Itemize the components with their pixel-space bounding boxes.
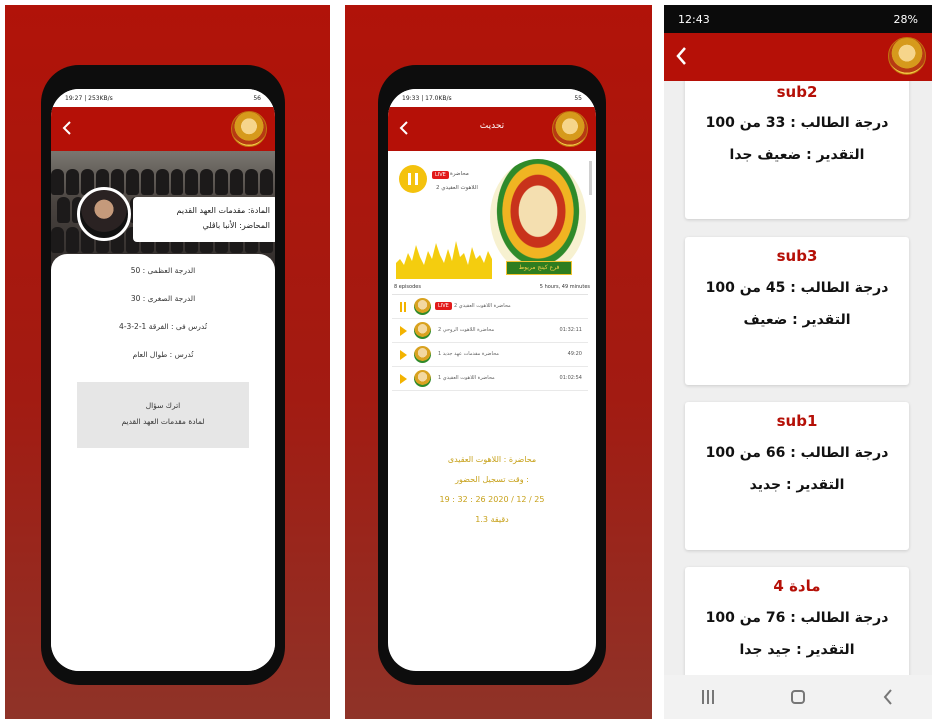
screenshot-panel-grades: 12:43 28% sub2 درجة الطالب : 33 من 100 ا… — [664, 5, 932, 719]
status-time: 19:27 | 253KB/s — [65, 94, 113, 102]
scrollbar[interactable] — [589, 161, 592, 195]
audio-waveform — [396, 241, 492, 279]
grade-card[interactable]: مادة 4 درجة الطالب : 76 من 100 التقدير :… — [685, 567, 909, 675]
status-time: 12:43 — [678, 12, 710, 26]
app-logo-icon — [231, 111, 267, 147]
status-battery: 55 — [574, 94, 582, 102]
status-bar: 19:27 | 253KB/s 56 — [51, 89, 275, 107]
attendance-duration: 1.3 دقيقة — [475, 515, 509, 524]
episode-thumbnail — [414, 370, 431, 387]
pause-button[interactable] — [399, 165, 427, 193]
app-bar — [664, 33, 932, 81]
screenshot-panel-audio-player: 19:33 | 17.0KB/s 55 تحديث LIVE محاضرة ال… — [345, 5, 652, 719]
now-playing-card: LIVE محاضرة اللاهوت العقيدي 2 فرع كينج م… — [392, 155, 592, 279]
ask-question-subject: لمادة مقدمات العهد القديم — [121, 417, 205, 426]
episode-thumbnail — [414, 346, 431, 363]
grade-card[interactable]: sub1 درجة الطالب : 66 من 100 التقدير : ج… — [685, 402, 909, 550]
status-bar: 12:43 28% — [664, 5, 932, 33]
pause-icon[interactable] — [400, 302, 407, 312]
phone-screen: 19:27 | 253KB/s 56 المادة: مقدمات العهد … — [51, 89, 275, 671]
student-grade: درجة الطالب : 76 من 100 — [705, 610, 889, 626]
app-logo-icon — [552, 111, 588, 147]
episode-list: LIVE محاضرة اللاهوت العقيدي 2 محاضرة الل… — [392, 294, 588, 412]
course-subject-title: المادة: مقدمات العهد القديم — [176, 206, 270, 215]
lecturer-avatar — [77, 187, 131, 241]
phone-frame: 19:27 | 253KB/s 56 المادة: مقدمات العهد … — [41, 65, 285, 685]
episode-title: محاضرة اللاهوت العقيدي 1 — [438, 375, 495, 381]
episode-title: محاضرة اللاهوت الروحي 2 — [438, 327, 495, 333]
back-nav-icon[interactable] — [882, 688, 894, 706]
subject-name: sub1 — [776, 412, 818, 430]
episode-title: محاضرة مقدمات عهد جديد 1 — [438, 351, 499, 357]
episodes-count: 8 episodes — [394, 284, 421, 290]
system-nav-bar — [664, 675, 932, 719]
status-battery: 28% — [893, 12, 918, 26]
live-badge: LIVE — [432, 171, 449, 179]
play-icon[interactable] — [400, 374, 407, 384]
student-grade: درجة الطالب : 66 من 100 — [705, 445, 889, 461]
branch-medal-image — [490, 159, 586, 275]
episode-duration: 49:20 — [567, 351, 582, 357]
attendance-lecture: محاضرة : اللاهوت العقيدى — [447, 455, 537, 464]
episode-row[interactable]: LIVE محاضرة اللاهوت العقيدي 2 — [392, 295, 588, 319]
episodes-meta: 8 episodes 5 hours, 49 minutes — [394, 284, 590, 290]
pause-icon — [415, 173, 418, 185]
episode-title: محاضرة اللاهوت العقيدي 2 — [454, 303, 511, 309]
student-grade: درجة الطالب : 33 من 100 — [705, 115, 889, 131]
episode-thumbnail — [414, 322, 431, 339]
subject-name: مادة 4 — [773, 577, 821, 595]
grades-list: sub2 درجة الطالب : 33 من 100 التقدير : ض… — [664, 81, 932, 675]
status-time: 19:33 | 17.0KB/s — [402, 94, 452, 102]
ask-question-label: اترك سؤال — [145, 401, 181, 410]
back-arrow-icon[interactable] — [61, 119, 75, 137]
grade-rating: التقدير : ضعيف — [743, 312, 851, 328]
episode-duration: 01:32:11 — [559, 327, 582, 333]
home-icon[interactable] — [790, 690, 805, 704]
course-lecturer-name: المحاضر: الأنبا باڤلي — [202, 221, 270, 230]
episode-thumbnail — [414, 298, 431, 315]
status-battery: 56 — [253, 94, 261, 102]
app-bar: تحديث — [388, 107, 596, 151]
max-grade-text: الدرجة العظمى : 50 — [130, 266, 196, 275]
episode-row[interactable]: محاضرة اللاهوت الروحي 2 01:32:11 — [392, 319, 588, 343]
back-arrow-icon[interactable] — [674, 45, 690, 67]
phone-frame: 19:33 | 17.0KB/s 55 تحديث LIVE محاضرة ال… — [378, 65, 606, 685]
play-icon[interactable] — [400, 326, 407, 336]
student-grade: درجة الطالب : 45 من 100 — [705, 280, 889, 296]
grade-rating: التقدير : ضعيف جدا — [729, 147, 865, 163]
phone-screen: 19:33 | 17.0KB/s 55 تحديث LIVE محاضرة ال… — [388, 89, 596, 671]
ask-question-button[interactable]: اترك سؤال لمادة مقدمات العهد القديم — [77, 382, 249, 448]
attendance-datetime: 19 : 32 : 26 2020 / 12 / 25 — [439, 495, 545, 504]
player-label: محاضرة — [450, 171, 469, 177]
screenshot-panel-course-details: 19:27 | 253KB/s 56 المادة: مقدمات العهد … — [5, 5, 330, 719]
episode-row[interactable]: محاضرة مقدمات عهد جديد 1 49:20 — [392, 343, 588, 367]
status-bar: 19:33 | 17.0KB/s 55 — [388, 89, 596, 107]
subject-name: sub3 — [776, 247, 818, 265]
play-icon[interactable] — [400, 350, 407, 360]
taught-in-years-text: تُدرس فى : الفرقة 1-2-3-4 — [119, 322, 207, 331]
pause-icon — [408, 173, 411, 185]
episode-duration: 01:02:54 — [559, 375, 582, 381]
course-info-sheet: الدرجة العظمى : 50 الدرجة الصغرى : 30 تُ… — [51, 254, 275, 671]
grade-rating: التقدير : جديد — [749, 477, 845, 493]
min-grade-text: الدرجة الصغرى : 30 — [130, 294, 196, 303]
player-track-title: اللاهوت العقيدي 2 — [436, 185, 478, 191]
course-title-card: المادة: مقدمات العهد القديم المحاضر: الأ… — [133, 197, 275, 242]
branch-ribbon: فرع كينج مريوط — [506, 261, 572, 275]
recents-icon[interactable] — [702, 690, 715, 704]
grade-card[interactable]: sub3 درجة الطالب : 45 من 100 التقدير : ض… — [685, 237, 909, 385]
attendance-label: وقت تسجيل الحضور : — [455, 475, 529, 484]
grade-card[interactable]: sub2 درجة الطالب : 33 من 100 التقدير : ض… — [685, 81, 909, 219]
subject-name: sub2 — [776, 83, 818, 101]
live-badge: LIVE — [435, 302, 452, 310]
taught-duration-text: تُدرس : طوال العام — [132, 350, 194, 359]
episodes-total-duration: 5 hours, 49 minutes — [539, 284, 590, 290]
grade-rating: التقدير : جيد جدا — [739, 642, 855, 658]
app-logo-icon — [888, 37, 926, 75]
app-bar — [51, 107, 275, 151]
episode-row[interactable]: محاضرة اللاهوت العقيدي 1 01:02:54 — [392, 367, 588, 391]
